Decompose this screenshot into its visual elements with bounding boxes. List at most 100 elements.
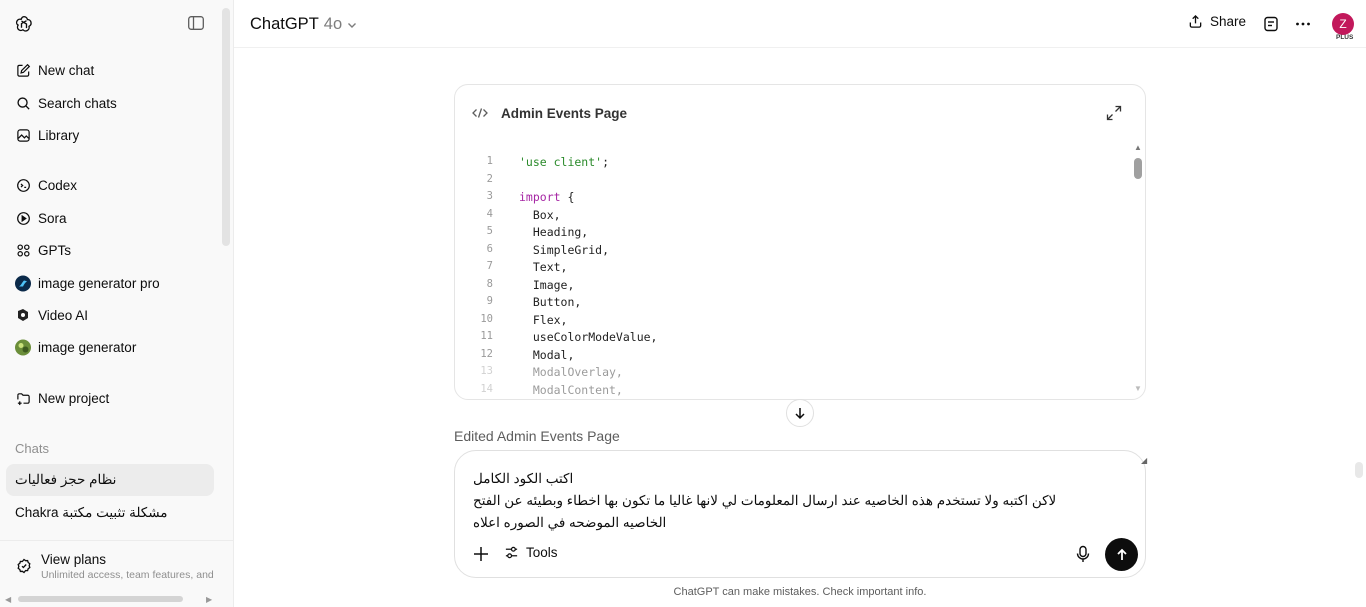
code-text: ModalOverlay,: [519, 365, 623, 379]
sidebar-item-image-generator[interactable]: image generator: [6, 332, 214, 362]
sidebar-toggle-icon[interactable]: [188, 16, 204, 30]
arrow-up-icon: [1116, 548, 1127, 560]
code-text: 'use client';: [519, 155, 610, 169]
scroll-thumb[interactable]: [1134, 158, 1142, 179]
canvas-title: Admin Events Page: [501, 106, 628, 121]
search-icon: [15, 95, 31, 111]
sidebar-item-label: Sora: [38, 210, 67, 226]
sidebar-item-gpts[interactable]: GPTs: [6, 235, 214, 265]
line-number: 2: [486, 172, 493, 185]
code-line: 14 ModalContent,: [455, 383, 1131, 400]
code-icon: [472, 108, 488, 118]
tools-button[interactable]: Tools: [504, 545, 558, 560]
view-plans-button[interactable]: View plans Unlimited access, team featur…: [0, 540, 234, 592]
share-label: Share: [1210, 14, 1247, 29]
sidebar-item-video-ai[interactable]: Video AI: [6, 300, 214, 330]
code-canvas: Admin Events Page 1 'use client'; 2 3 import…: [454, 84, 1146, 400]
sidebar-item-new-project[interactable]: New project: [6, 383, 214, 413]
line-number: 9: [486, 295, 493, 307]
code-text: useColorModeValue,: [519, 330, 658, 344]
chat-item[interactable]: مشكلة تثبيت مكتبة Chakra: [6, 497, 214, 529]
sliders-icon: [505, 546, 518, 559]
video-ai-icon: [15, 307, 31, 323]
canvas-doc-icon[interactable]: [1262, 15, 1280, 33]
expand-icon[interactable]: [1106, 105, 1122, 121]
model-selector[interactable]: ChatGPT 4o: [250, 15, 358, 34]
scroll-right-icon[interactable]: ▶: [206, 595, 212, 604]
grid-icon: [15, 242, 31, 258]
canvas-header: Admin Events Page: [455, 85, 1145, 141]
microphone-icon[interactable]: [1075, 545, 1091, 563]
sidebar-top: [0, 0, 234, 48]
code-text: ModalContent,: [519, 382, 623, 397]
code-text: Box,: [519, 207, 561, 222]
code-text: SimpleGrid,: [519, 242, 610, 257]
sora-play-icon: [15, 210, 31, 226]
sidebar-item-label: image generator: [38, 339, 137, 355]
sidebar-item-sora[interactable]: Sora: [6, 203, 214, 233]
resize-handle-icon[interactable]: ◢: [1141, 456, 1147, 465]
share-button[interactable]: Share: [1188, 14, 1246, 29]
avatar[interactable]: Z: [1332, 13, 1354, 35]
scroll-down-arrow-icon[interactable]: ▼: [1134, 384, 1142, 393]
sidebar-item-label: Search chats: [38, 95, 117, 111]
app-window: New chat Search chats Library Codex Sora: [0, 0, 1366, 607]
code-line: 6 SimpleGrid,: [455, 243, 1131, 260]
upgrade-badge-icon: [17, 558, 31, 574]
prompt-line: اكتب الكود الكامل: [473, 471, 574, 486]
prompt-line: لاكن اكتبه ولا تستخدم هذه الخاصيه عند ار…: [473, 493, 1057, 508]
code-line: 4 Box,: [455, 208, 1131, 225]
chat-item-active[interactable]: نظام حجز فعاليات: [6, 464, 214, 496]
line-number: 8: [486, 277, 493, 290]
code-text: import {: [519, 190, 575, 204]
prompt-line: الخاصيه الموضحه في الصوره اعلاه: [473, 515, 667, 530]
sidebar-item-library[interactable]: Library: [6, 120, 214, 150]
tools-label: Tools: [526, 545, 558, 560]
plan-badge: PLUS: [1336, 34, 1354, 41]
sidebar-item-label: image generator pro: [38, 275, 160, 291]
edited-canvas-label[interactable]: Edited Admin Events Page: [454, 428, 620, 444]
sidebar-item-new-chat[interactable]: New chat: [6, 55, 214, 85]
code-text: Image,: [519, 277, 575, 292]
line-number: 12: [480, 347, 493, 360]
sidebar: New chat Search chats Library Codex Sora: [0, 0, 234, 607]
chat-item-label: نظام حجز فعاليات: [15, 472, 117, 487]
code-line: 2: [455, 173, 1131, 190]
code-text: Flex,: [519, 312, 568, 327]
codex-icon: [15, 177, 31, 193]
code-scrollbar[interactable]: ▲ ▼: [1133, 141, 1143, 397]
more-options-icon[interactable]: [1294, 15, 1312, 33]
sidebar-item-codex[interactable]: Codex: [6, 170, 214, 200]
pencil-square-icon: [15, 62, 31, 78]
scroll-left-icon[interactable]: ◀: [5, 595, 11, 604]
line-number: 6: [486, 242, 493, 255]
gpt-avatar-icon: [15, 275, 31, 291]
sidebar-scrollbar[interactable]: [222, 8, 230, 246]
plus-icon[interactable]: [471, 544, 491, 564]
code-line: 3 import {: [455, 190, 1131, 207]
main-scrollbar[interactable]: [1355, 462, 1363, 478]
line-number: 10: [480, 312, 493, 325]
openai-logo-icon[interactable]: [14, 14, 34, 34]
library-icon: [15, 127, 31, 143]
send-button[interactable]: [1105, 538, 1138, 571]
code-line: 9 Button,: [455, 295, 1131, 312]
top-header: ChatGPT 4o Share Z PLUS: [234, 0, 1366, 48]
code-line: 7 Text,: [455, 260, 1131, 277]
scroll-to-bottom-button[interactable]: [786, 399, 814, 427]
sidebar-horizontal-scrollbar[interactable]: [18, 596, 183, 602]
sidebar-item-image-generator-pro[interactable]: image generator pro: [6, 268, 214, 298]
sidebar-item-search-chats[interactable]: Search chats: [6, 88, 214, 118]
scroll-up-icon[interactable]: ▲: [1134, 143, 1142, 152]
code-line: 12 Modal,: [455, 348, 1131, 365]
line-number: 1: [486, 155, 493, 167]
code-line: 10 Flex,: [455, 313, 1131, 330]
message-composer[interactable]: اكتب الكود الكامل لاكن اكتبه ولا تستخدم …: [454, 450, 1146, 578]
gpt-avatar-icon: [15, 339, 31, 355]
sidebar-item-label: Codex: [38, 177, 78, 193]
model-name: ChatGPT: [250, 15, 319, 33]
prompt-input[interactable]: اكتب الكود الكامل لاكن اكتبه ولا تستخدم …: [473, 468, 1113, 534]
code-editor[interactable]: 1'use client'; 2 3 import {4 Box, 5 Heading,…: [455, 153, 1131, 399]
line-number: 3: [486, 190, 493, 202]
disclaimer: ChatGPT can make mistakes. Check importa…: [673, 586, 927, 598]
